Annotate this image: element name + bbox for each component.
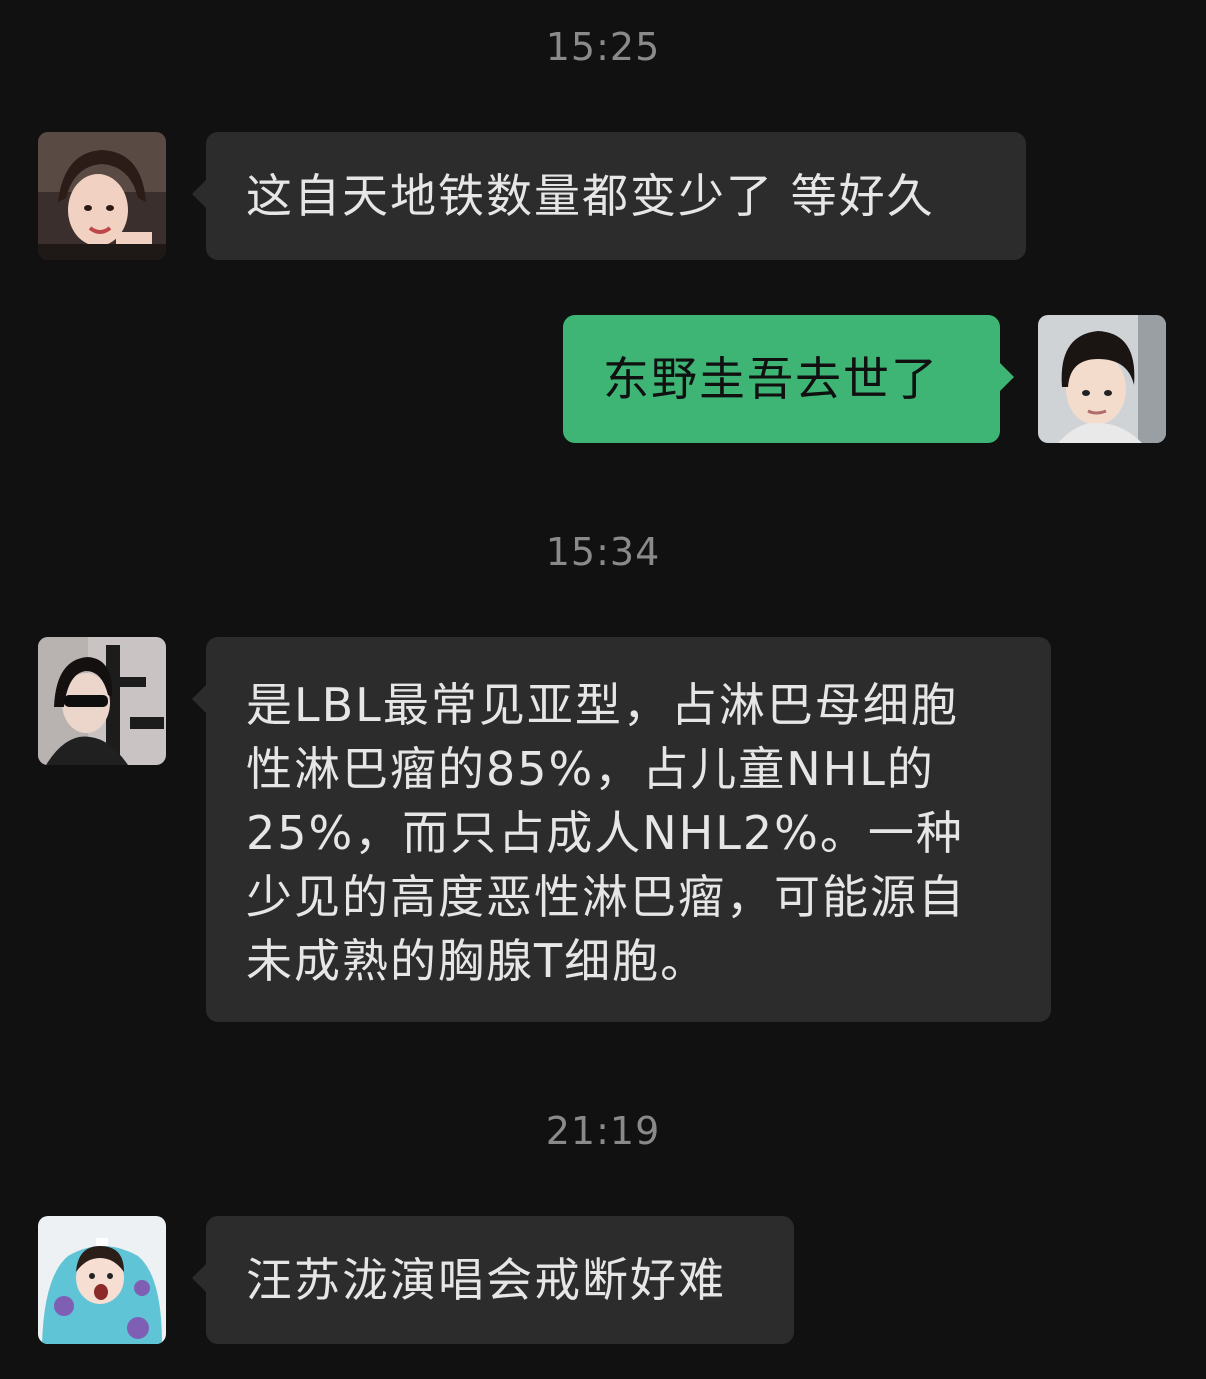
message-text: 这自天地铁数量都变少了 等好久 (246, 169, 935, 223)
message-text: 东野圭吾去世了 (603, 352, 939, 406)
message-bubble-sent[interactable]: 东野圭吾去世了 (563, 315, 1014, 443)
avatar-girl-smiling[interactable] (38, 132, 166, 260)
message-line: 性淋巴瘤的85%，占儿童NHL的 (246, 742, 935, 796)
avatar-girl-sunglasses[interactable] (38, 637, 166, 765)
timestamp: 21:19 (545, 1109, 661, 1153)
message-line: 少见的高度恶性淋巴瘤，可能源自 (246, 870, 966, 924)
bubble-tail (998, 361, 1014, 393)
timestamp: 15:34 (545, 530, 661, 574)
bubble-tail (192, 178, 208, 210)
avatar-image (1038, 315, 1166, 443)
avatar-baby-blue-hoodie[interactable] (38, 1216, 166, 1344)
bubble-tail (192, 1262, 208, 1294)
avatar-image (38, 637, 166, 765)
bubble-tail (192, 683, 208, 715)
message-bubble[interactable]: 汪苏泷演唱会戒断好难 (192, 1216, 794, 1344)
message-text: 汪苏泷演唱会戒断好难 (246, 1253, 726, 1307)
message-line: 是LBL最常见亚型，占淋巴母细胞 (246, 678, 959, 732)
message-bubble[interactable]: 这自天地铁数量都变少了 等好久 (192, 132, 1026, 260)
avatar-short-hair-boy[interactable] (1038, 315, 1166, 443)
message-line: 未成熟的胸腺T细胞。 (246, 934, 709, 988)
avatar-image (38, 132, 166, 260)
timestamp: 15:25 (545, 25, 661, 69)
message-line: 25%，而只占成人NHL2%。一种 (246, 806, 964, 860)
message-bubble[interactable]: 是LBL最常见亚型，占淋巴母细胞 性淋巴瘤的85%，占儿童NHL的 25%，而只… (192, 637, 1051, 1022)
avatar-image (38, 1216, 166, 1344)
